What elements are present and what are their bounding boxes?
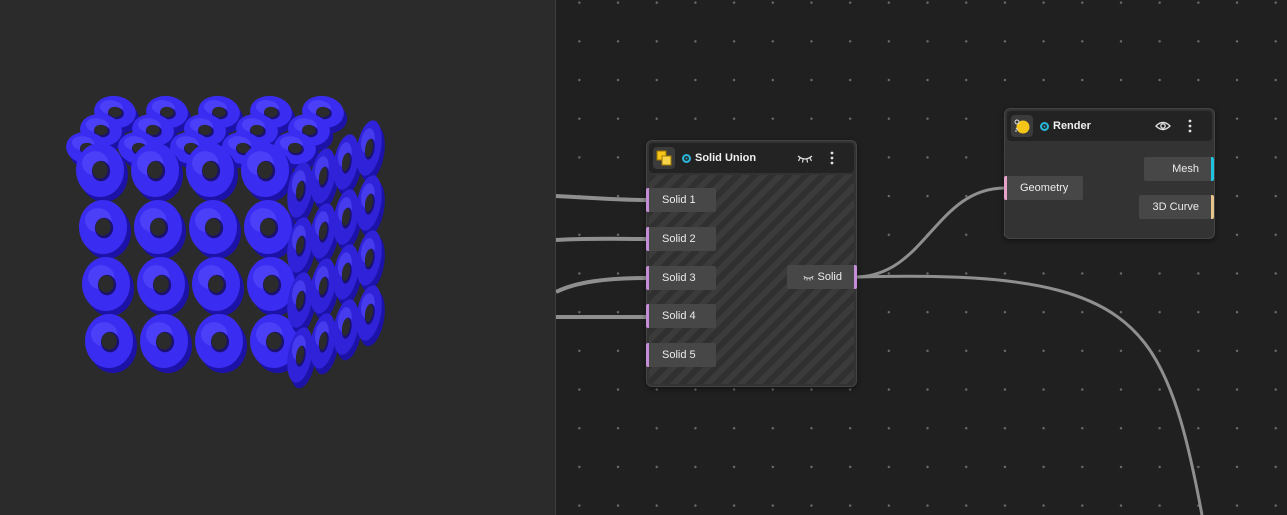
eye-closed-icon [802, 275, 814, 281]
render-header[interactable]: Render [1007, 111, 1212, 141]
wire-solid-to-geometry[interactable] [856, 186, 1006, 279]
wire-solid-2[interactable] [556, 236, 649, 242]
input-port-geometry[interactable]: Geometry [1004, 176, 1083, 200]
kebab-menu-icon[interactable] [1183, 117, 1197, 135]
wire-solid-3[interactable] [556, 276, 649, 294]
torus-ring [85, 314, 137, 373]
status-indicator [1040, 121, 1049, 131]
output-port-3d-curve[interactable]: 3D Curve [1139, 195, 1214, 219]
node-graph-canvas[interactable]: Solid Union Solid 1 Solid 2 Solid 3 Soli… [556, 0, 1287, 515]
torus-ring [140, 314, 192, 373]
input-port-solid-2[interactable]: Solid 2 [646, 227, 716, 251]
input-port-solid-3[interactable]: Solid 3 [646, 266, 716, 290]
status-indicator [682, 153, 691, 163]
torus-ring [192, 257, 244, 316]
solid-union-icon [653, 147, 675, 169]
input-port-solid-4[interactable]: Solid 4 [646, 304, 716, 328]
wire-solid-offscreen[interactable] [856, 274, 1204, 515]
3d-viewport[interactable] [0, 0, 556, 515]
output-port-mesh[interactable]: Mesh [1144, 157, 1214, 181]
eye-closed-icon[interactable] [795, 149, 815, 167]
input-port-solid-1[interactable]: Solid 1 [646, 188, 716, 212]
output-port-solid[interactable]: Solid [787, 265, 857, 289]
kebab-menu-icon[interactable] [825, 149, 839, 167]
torus-lattice-model [66, 95, 385, 389]
torus-ring [134, 200, 186, 259]
torus-ring [189, 200, 241, 259]
node-title: Render [1053, 120, 1091, 132]
torus-ring [82, 257, 134, 316]
solid-union-header[interactable]: Solid Union [649, 143, 854, 173]
node-title: Solid Union [695, 152, 757, 164]
wire-solid-1[interactable] [556, 194, 649, 202]
torus-ring [137, 257, 189, 316]
input-port-solid-5[interactable]: Solid 5 [646, 343, 716, 367]
torus-ring [195, 314, 247, 373]
output-port-label: Solid [817, 271, 842, 283]
eye-open-icon[interactable] [1153, 117, 1173, 135]
torus-ring [79, 200, 131, 259]
render-icon [1011, 115, 1033, 137]
